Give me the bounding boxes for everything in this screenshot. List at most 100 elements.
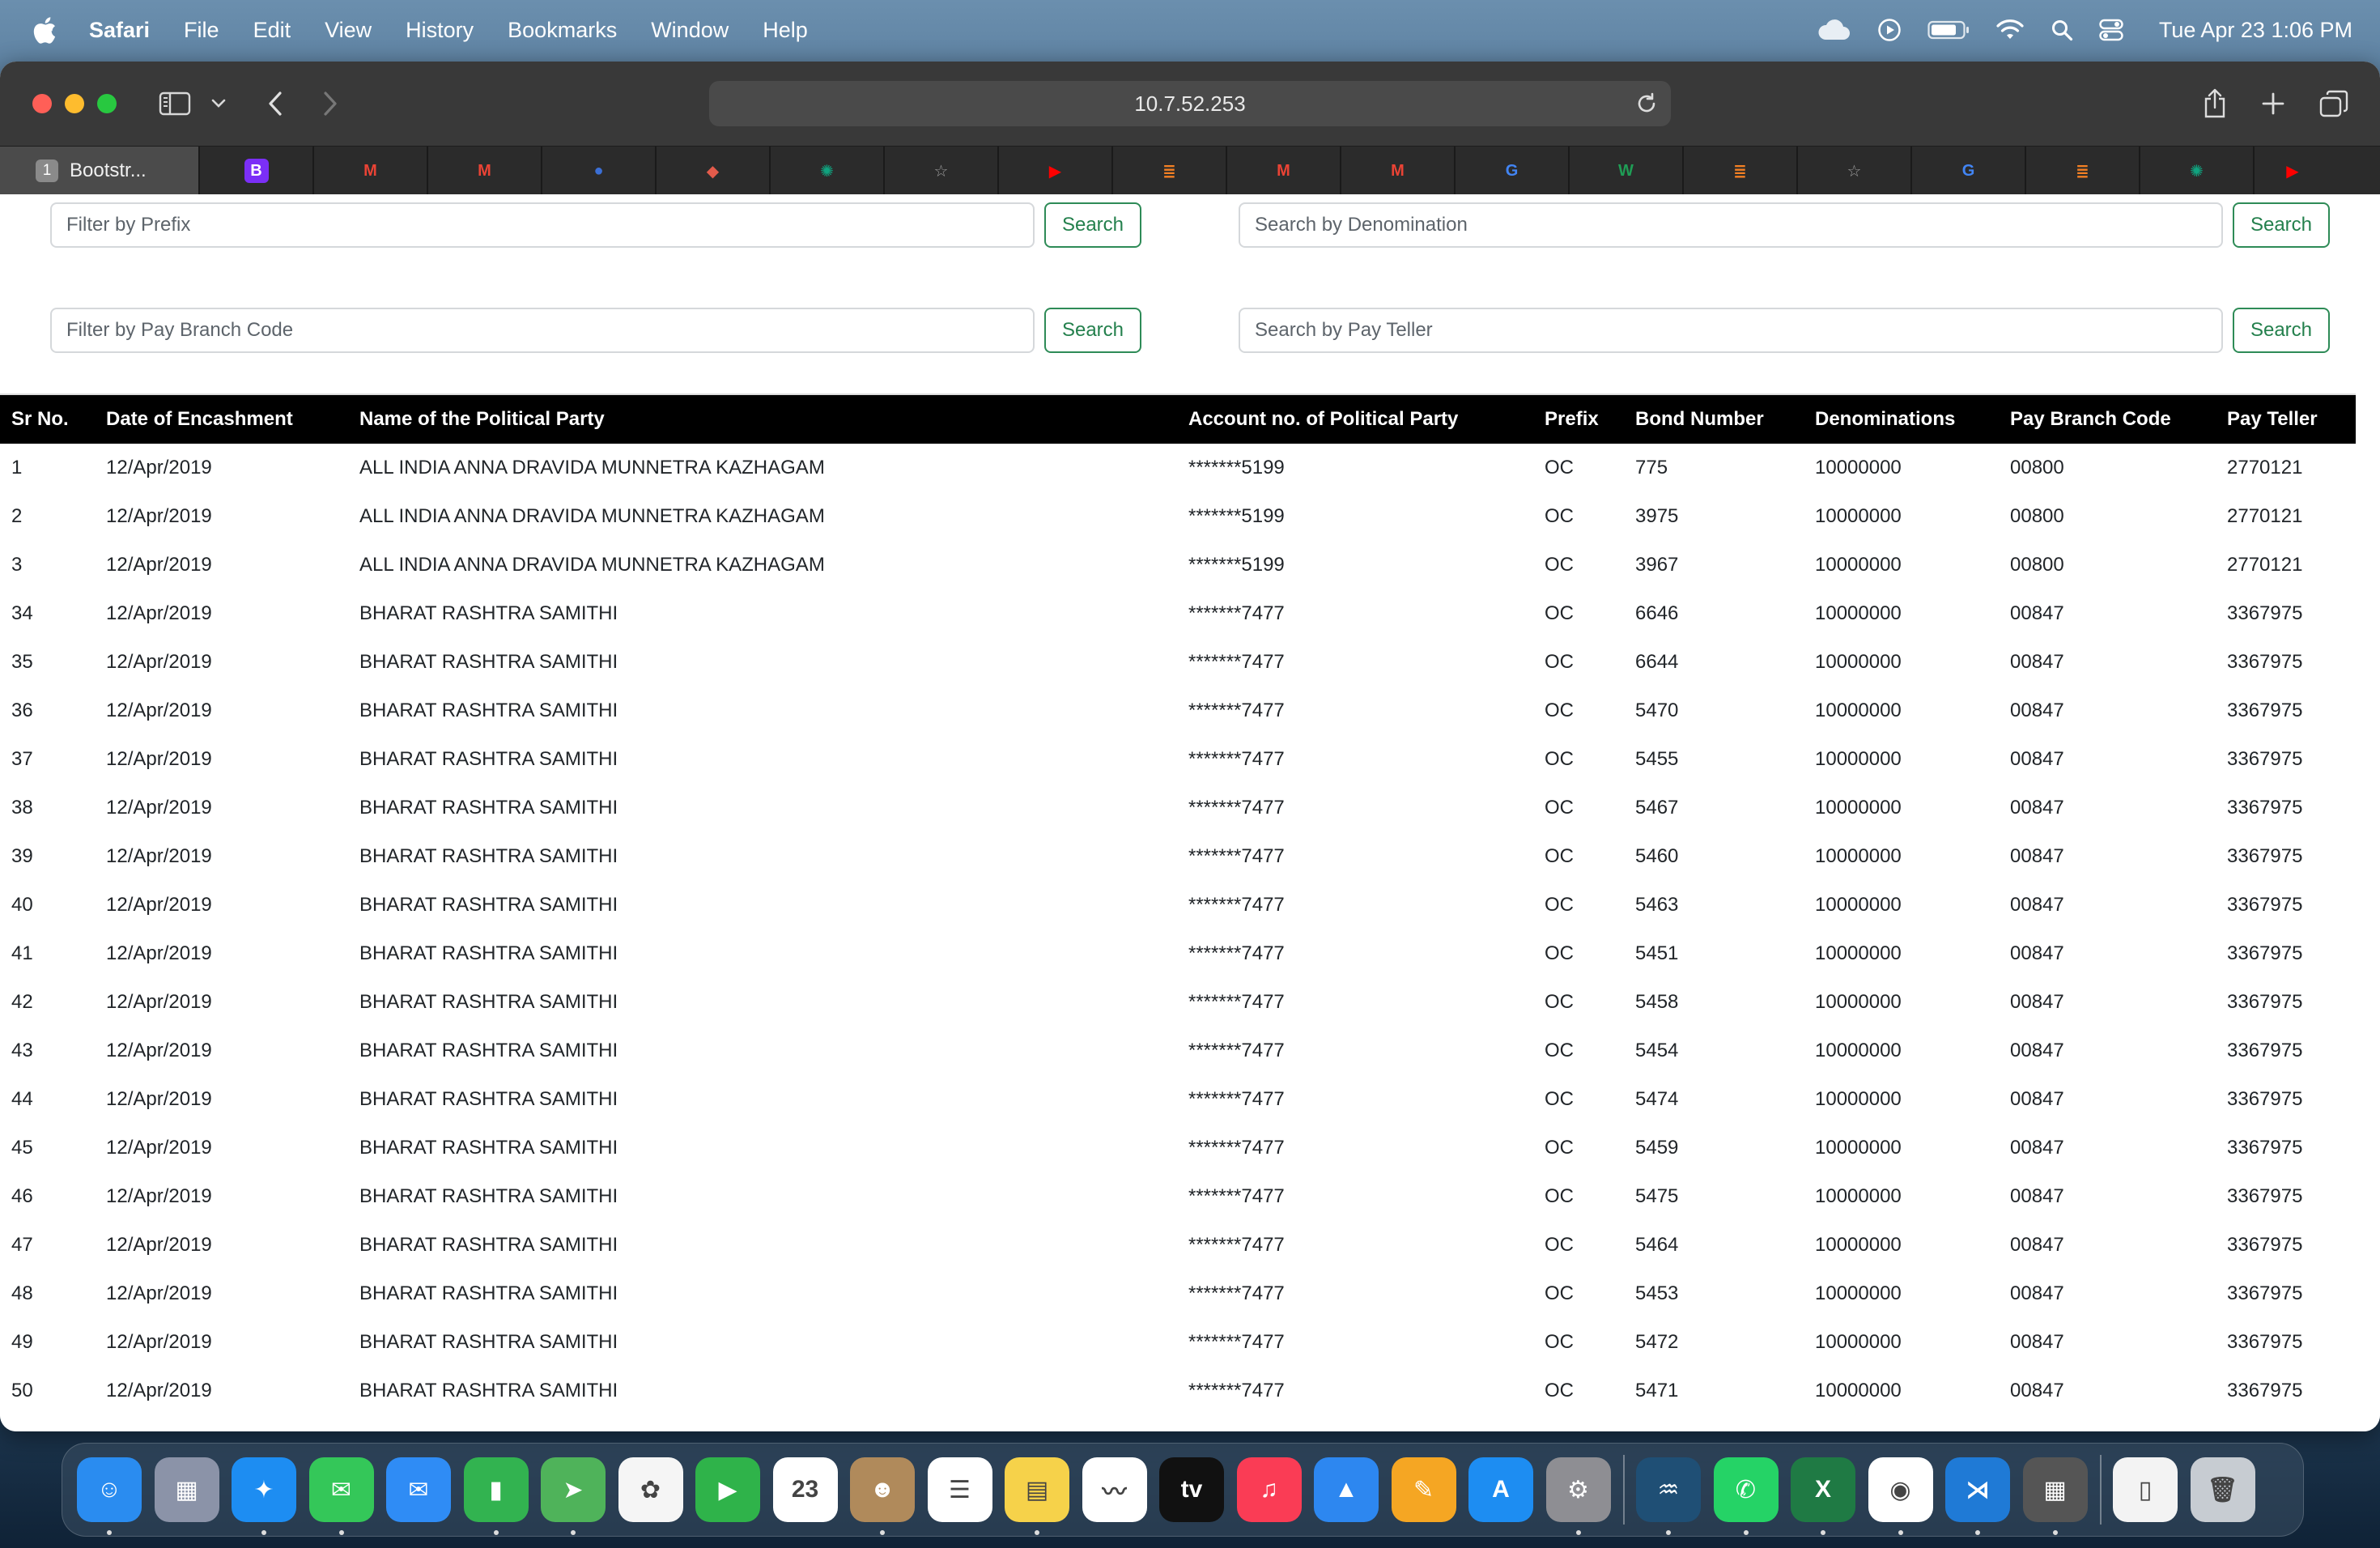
tab-gmail[interactable]: M (428, 147, 542, 195)
control-center-icon[interactable] (2099, 19, 2123, 41)
header-branch-code[interactable]: Pay Branch Code (1999, 395, 2216, 444)
dock-maps-icon[interactable]: ➤ (541, 1457, 606, 1535)
new-tab-button[interactable] (2255, 81, 2291, 126)
branch-code-search-button[interactable]: Search (1044, 308, 1141, 353)
header-date[interactable]: Date of Encashment (95, 395, 348, 444)
tab-bootstrap-b[interactable]: B (200, 147, 314, 195)
branch-code-filter-input[interactable] (50, 308, 1035, 353)
dock-calculator-icon[interactable]: ▦ (2022, 1457, 2088, 1535)
tab-chatgpt[interactable]: ✺ (2140, 147, 2255, 195)
cell-sr-no: 38 (11, 797, 33, 819)
spotlight-search-icon[interactable] (2051, 19, 2073, 41)
dock-messages-icon[interactable]: ✉ (308, 1457, 374, 1535)
tab-group-dropdown[interactable] (207, 81, 230, 126)
dock-chrome-icon[interactable]: ◉ (1868, 1457, 1933, 1535)
menu-file[interactable]: File (184, 18, 219, 43)
dock-trash-icon[interactable]: 🗑 (2190, 1457, 2255, 1522)
safari-window: 10.7.52.253 1 Bootstr... B M M ● ◆ ✺ ☆ ▶ ≣ M M G W ≣ ☆… (0, 62, 2380, 1431)
menu-view[interactable]: View (325, 18, 372, 43)
header-denominations[interactable]: Denominations (1804, 395, 1999, 444)
denomination-search-button[interactable]: Search (2233, 202, 2330, 248)
header-prefix[interactable]: Prefix (1533, 395, 1624, 444)
dock-numbers-icon[interactable]: ▮ (463, 1457, 529, 1535)
dock-reminders-icon[interactable]: ☰ (927, 1457, 992, 1522)
menu-bookmarks[interactable]: Bookmarks (508, 18, 617, 43)
menu-help[interactable]: Help (763, 18, 808, 43)
dock-app-store-icon[interactable]: A (1468, 1457, 1533, 1522)
tab-contacts[interactable]: ● (542, 147, 657, 195)
tab-chatgpt[interactable]: ✺ (771, 147, 885, 195)
zoom-window-button[interactable] (97, 94, 117, 113)
dock-pages-icon[interactable]: ✎ (1391, 1457, 1456, 1522)
dock-mail-icon[interactable]: ✉ (386, 1457, 451, 1522)
sidebar-toggle-button[interactable] (155, 81, 194, 126)
dock-mysql-workbench-icon[interactable]: ♒ (1636, 1457, 1701, 1535)
cell-account-no: *******7477 (1188, 1331, 1285, 1353)
tab-gmail[interactable]: M (1341, 147, 1456, 195)
tab-active[interactable]: 1 Bootstr... (0, 147, 200, 195)
cell-pay-teller: 3367975 (2227, 942, 2303, 964)
running-indicator (1975, 1530, 1980, 1535)
tab-stackoverflow[interactable]: ≣ (2026, 147, 2140, 195)
menu-window[interactable]: Window (651, 18, 729, 43)
dock-notes-icon[interactable]: ▤ (1005, 1457, 1069, 1535)
share-button[interactable] (2197, 81, 2233, 126)
wifi-icon[interactable] (1995, 19, 2025, 41)
tab-gmail[interactable]: M (1227, 147, 1341, 195)
denomination-search-input[interactable] (1239, 202, 2223, 248)
minimize-window-button[interactable] (65, 94, 84, 113)
tab-youtube[interactable]: ▶ (2255, 147, 2331, 195)
cell-denomination: 10000000 (1815, 942, 1902, 964)
tab-google[interactable]: G (1912, 147, 2026, 195)
menu-app-name[interactable]: Safari (89, 18, 150, 43)
dock-freeform-icon[interactable]: 〰 (1082, 1457, 1147, 1522)
close-window-button[interactable] (32, 94, 52, 113)
dock-contacts-icon[interactable]: ☻ (850, 1457, 915, 1535)
back-button[interactable] (259, 81, 291, 126)
reload-icon[interactable] (1635, 92, 1658, 115)
header-account-no[interactable]: Account no. of Political Party (1177, 395, 1533, 444)
header-bond-number[interactable]: Bond Number (1624, 395, 1804, 444)
dock-safari-icon[interactable]: ✦ (232, 1457, 296, 1535)
dock-whatsapp-icon[interactable]: ✆ (1713, 1457, 1779, 1535)
header-party-name[interactable]: Name of the Political Party (348, 395, 1177, 444)
tab-youtube[interactable]: ▶ (999, 147, 1113, 195)
dock-keynote-icon[interactable]: ▲ (1314, 1457, 1379, 1522)
tab-stackoverflow[interactable]: ≣ (1684, 147, 1798, 195)
battery-icon[interactable] (1927, 19, 1970, 40)
tab-stackoverflow[interactable]: ≣ (1113, 147, 1227, 195)
dock-photos-icon[interactable]: ✿ (618, 1457, 683, 1522)
menu-edit[interactable]: Edit (253, 18, 291, 43)
prefix-search-button[interactable]: Search (1044, 202, 1141, 248)
menu-history[interactable]: History (406, 18, 474, 43)
tab-gmail[interactable]: M (314, 147, 428, 195)
prefix-filter-input[interactable] (50, 202, 1035, 248)
dock-system-settings-icon[interactable]: ⚙ (1545, 1457, 1611, 1535)
header-pay-teller[interactable]: Pay Teller (2216, 395, 2356, 444)
tab-overview-button[interactable] (2315, 81, 2352, 126)
tab-google[interactable]: G (1456, 147, 1570, 195)
dock-apple-tv-icon[interactable]: tv (1159, 1457, 1224, 1522)
header-sr-no[interactable]: Sr No. (0, 395, 95, 444)
pay-teller-search-input[interactable] (1239, 308, 2223, 353)
forward-button[interactable] (314, 81, 346, 126)
tab-w-site[interactable]: W (1570, 147, 1684, 195)
play-circle-icon[interactable] (1877, 18, 1902, 42)
dock-launchpad-icon[interactable]: ▦ (154, 1457, 219, 1522)
menubar-clock[interactable]: Tue Apr 23 1:06 PM (2159, 18, 2352, 43)
tab-star[interactable]: ☆ (1798, 147, 1912, 195)
apple-menu-icon[interactable] (32, 16, 57, 44)
dock-excel-icon[interactable]: X (1791, 1457, 1855, 1535)
pay-teller-search-button[interactable]: Search (2233, 308, 2330, 353)
dock-documents-icon[interactable]: ▯ (2113, 1457, 2178, 1522)
dock-vscode-icon[interactable]: ⋊ (1945, 1457, 2010, 1535)
tab-cube[interactable]: ◆ (657, 147, 771, 195)
dock-finder-icon[interactable]: ☺ (77, 1457, 142, 1535)
dock-calendar-icon[interactable]: 23 (772, 1457, 838, 1522)
tab-star[interactable]: ☆ (885, 147, 999, 195)
address-bar[interactable]: 10.7.52.253 (709, 81, 1671, 126)
dock-music-icon[interactable]: ♫ (1236, 1457, 1302, 1522)
dock-facetime-icon[interactable]: ▶ (695, 1457, 760, 1522)
cell-date: 12/Apr/2019 (106, 1234, 212, 1256)
icloud-icon[interactable] (1816, 19, 1851, 41)
